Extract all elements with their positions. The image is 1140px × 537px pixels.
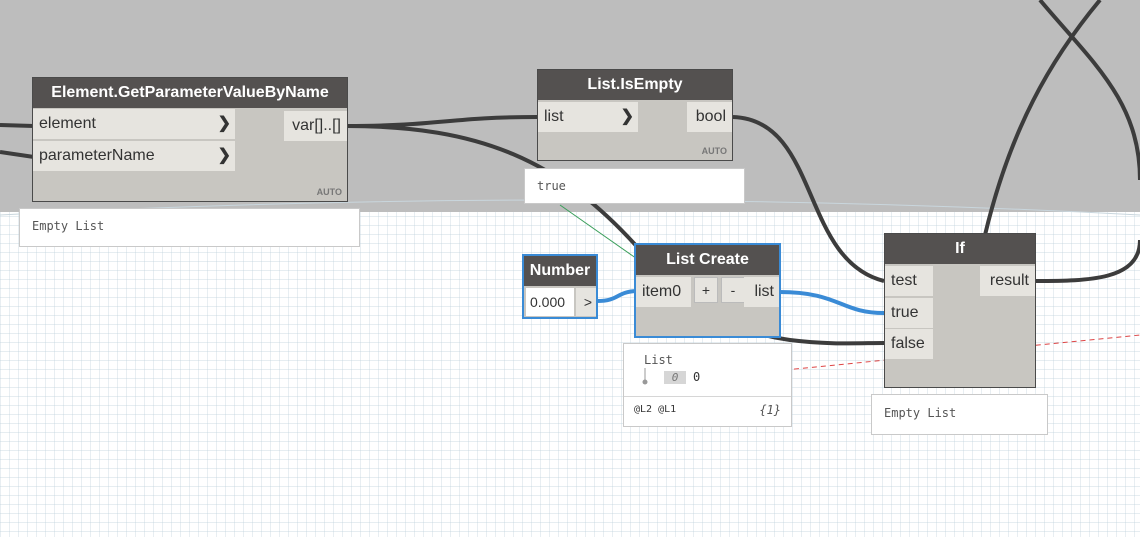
tree-branch-icon [642, 368, 648, 385]
input-port-true[interactable]: true [885, 298, 933, 328]
node-title: If [885, 234, 1035, 264]
output-port-result[interactable]: result [980, 266, 1035, 296]
input-port-element[interactable]: element ❯ [33, 109, 235, 139]
node-title: Element.GetParameterValueByName [33, 78, 347, 108]
output-port-list[interactable]: list [744, 277, 779, 307]
wire-list-to-true [778, 290, 885, 315]
lacing-label: AUTO [316, 187, 342, 197]
get-parameter-node[interactable]: Element.GetParameterValueByName element … [32, 77, 348, 202]
preview-count: {1} [759, 403, 781, 417]
chevron-right-icon: ❯ [620, 108, 634, 125]
input-port-parametername[interactable]: parameterName ❯ [33, 141, 235, 171]
wire-element-in [0, 123, 35, 128]
add-input-button[interactable]: + [694, 277, 718, 303]
list-preview-bubble: List 0 0 @L2 @L1 {1} [623, 343, 792, 427]
list-create-node[interactable]: List Create item0 + - list [634, 243, 781, 338]
number-value-field[interactable]: 0.000 [526, 288, 574, 316]
port-label: list [544, 108, 564, 125]
preview-bubble: true [524, 168, 745, 204]
preview-bubble: Empty List [19, 208, 360, 247]
output-port-number[interactable]: > [576, 288, 596, 316]
preview-bubble: Empty List [871, 394, 1048, 435]
preview-levels: @L2 @L1 [634, 404, 677, 415]
wire-result-out [1034, 239, 1140, 283]
input-port-item0[interactable]: item0 [636, 277, 691, 307]
lacing-label: AUTO [701, 146, 727, 156]
preview-footer-divider [624, 396, 791, 397]
chevron-right-icon: ❯ [217, 147, 231, 164]
preview-value: 0 [693, 370, 701, 384]
if-node[interactable]: If test true false result [884, 233, 1036, 388]
port-label: element [39, 115, 96, 132]
input-port-list[interactable]: list ❯ [538, 102, 638, 132]
input-port-false[interactable]: false [885, 329, 933, 359]
chevron-right-icon: ❯ [217, 115, 231, 132]
port-label: parameterName [39, 147, 155, 164]
remove-input-button[interactable]: - [721, 277, 745, 303]
node-title: Number [524, 256, 596, 286]
wire-top-right [1038, 0, 1140, 181]
wire-number-to-item0 [596, 289, 638, 303]
node-title: List Create [636, 245, 779, 275]
wire-parametername-in [0, 150, 35, 159]
wire-top-left-curve [983, 0, 1102, 236]
input-port-test[interactable]: test [885, 266, 933, 296]
node-title: List.IsEmpty [538, 70, 732, 100]
output-port-bool[interactable]: bool [687, 102, 732, 132]
preview-index: 0 [664, 371, 686, 384]
graph-canvas[interactable]: Element.GetParameterValueByName element … [0, 0, 1140, 537]
number-node[interactable]: Number 0.000 > [522, 254, 598, 319]
list-isempty-node[interactable]: List.IsEmpty list ❯ bool AUTO [537, 69, 733, 161]
output-port-var[interactable]: var[]..[] [284, 111, 347, 141]
preview-list-header: List [644, 353, 673, 367]
